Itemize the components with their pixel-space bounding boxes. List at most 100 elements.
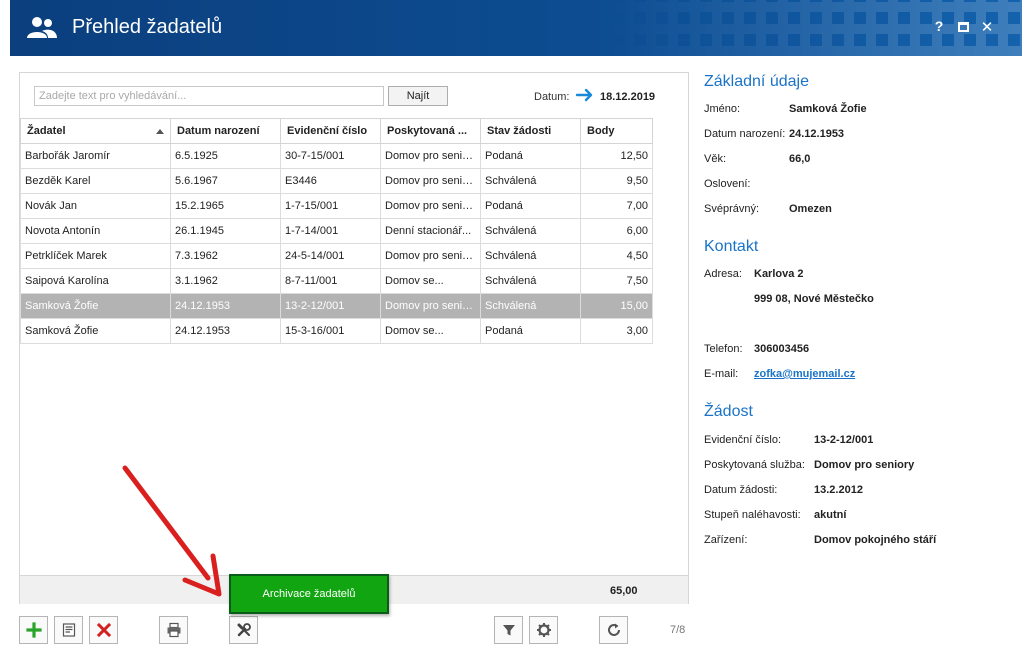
points-sum: 65,00 [610, 585, 638, 597]
cell-applicant: Saipová Karolína [20, 268, 171, 294]
title-bar: Přehled žadatelů ? ✕ [10, 0, 1022, 56]
cell-points: 3,00 [580, 318, 653, 344]
cell-service: Domov pro seniory [380, 143, 481, 169]
reg-number-value: 13-2-12/001 [814, 434, 874, 446]
cell-status: Schválená [480, 243, 581, 269]
cell-birth-date: 26.1.1945 [170, 218, 281, 244]
date-label: Datum: [534, 91, 570, 103]
cell-applicant: Samková Žofie [20, 318, 171, 344]
settings-button[interactable] [529, 616, 558, 644]
table-row-selected[interactable]: Samková Žofie 24.12.1953 13-2-12/001 Dom… [20, 293, 653, 319]
cell-points: 7,00 [580, 193, 653, 219]
salutation-label: Oslovení: [704, 178, 751, 190]
add-button[interactable] [19, 616, 48, 644]
table-row[interactable]: Saipová Karolína 3.1.1962 8-7-11/001 Dom… [20, 268, 653, 294]
table-row[interactable]: Samková Žofie 24.12.1953 15-3-16/001 Dom… [20, 318, 653, 344]
phone-value: 306003456 [754, 343, 810, 355]
delete-button[interactable] [89, 616, 118, 644]
cell-status: Schválená [480, 168, 581, 194]
phone-label: Telefon: [704, 343, 743, 355]
cell-service: Domov se... [380, 318, 481, 344]
table-row[interactable]: Bezděk Karel 5.6.1967 E3446 Domov pro se… [20, 168, 653, 194]
section-title-contact: Kontakt [704, 238, 759, 255]
address-line-2: 999 08, Nové Městečko [754, 293, 874, 305]
cell-birth-date: 5.6.1967 [170, 168, 281, 194]
window-title: Přehled žadatelů [72, 16, 223, 38]
cell-reg-number: E3446 [280, 168, 381, 194]
search-input[interactable] [34, 86, 384, 106]
column-header-birth-date[interactable]: Datum narození [170, 118, 281, 144]
cell-birth-date: 7.3.1962 [170, 243, 281, 269]
cell-points: 9,50 [580, 168, 653, 194]
print-button[interactable] [159, 616, 188, 644]
table-row[interactable]: Novák Jan 15.2.1965 1-7-15/001 Domov pro… [20, 193, 653, 219]
cell-status: Podaná [480, 193, 581, 219]
cell-points: 7,50 [580, 268, 653, 294]
refresh-icon [607, 623, 620, 636]
cell-birth-date: 3.1.1962 [170, 268, 281, 294]
cell-applicant: Petrklíček Marek [20, 243, 171, 269]
column-header-service[interactable]: Poskytovaná ... [380, 118, 481, 144]
column-header-reg-number[interactable]: Evidenční číslo [280, 118, 381, 144]
facility-value: Domov pokojného stáří [814, 534, 937, 546]
cell-reg-number: 24-5-14/001 [280, 243, 381, 269]
birth-date-value: 24.12.1953 [789, 128, 845, 140]
column-header-applicant[interactable]: Žadatel [20, 118, 171, 144]
printer-icon [167, 622, 180, 638]
filter-icon [502, 625, 515, 636]
edit-document-icon [62, 623, 75, 637]
reg-number-label: Evidenční číslo: [704, 434, 782, 446]
cell-reg-number: 15-3-16/001 [280, 318, 381, 344]
help-button[interactable]: ? [930, 18, 948, 38]
cell-reg-number: 30-7-15/001 [280, 143, 381, 169]
cell-applicant: Bezděk Karel [20, 168, 171, 194]
cell-service: Domov pro seniory [380, 243, 481, 269]
find-button[interactable]: Najít [388, 86, 448, 106]
maximize-button[interactable] [954, 18, 972, 38]
column-header-status[interactable]: Stav žádosti [480, 118, 581, 144]
arrow-right-icon [575, 88, 593, 102]
tools-button[interactable] [229, 616, 258, 644]
birth-date-label: Datum narození: [704, 128, 786, 140]
users-icon [27, 17, 57, 38]
cell-points: 15,00 [580, 293, 653, 319]
cell-reg-number: 13-2-12/001 [280, 293, 381, 319]
cell-service: Domov pro seniory [380, 193, 481, 219]
archive-applicants-tooltip: Archivace žadatelů [229, 574, 389, 614]
refresh-button[interactable] [599, 616, 628, 644]
filter-button[interactable] [494, 616, 523, 644]
cell-service: Denní stacionář... [380, 218, 481, 244]
sort-ascending-icon [156, 129, 164, 134]
name-label: Jméno: [704, 103, 741, 115]
cell-points: 12,50 [580, 143, 653, 169]
cell-points: 6,00 [580, 218, 653, 244]
urgency-label: Stupeň naléhavosti: [704, 509, 801, 521]
table-header-row: Žadatel Datum narození Evidenční číslo P… [20, 118, 653, 144]
age-label: Věk: [704, 153, 727, 165]
name-value: Samková Žofie [789, 103, 867, 115]
table-row[interactable]: Novota Antonín 26.1.1945 1-7-14/001 Denn… [20, 218, 653, 244]
cell-applicant: Novák Jan [20, 193, 171, 219]
plus-icon [25, 622, 42, 638]
request-date-label: Datum žádosti: [704, 484, 778, 496]
maximize-icon [957, 22, 969, 32]
column-header-points[interactable]: Body [580, 118, 653, 144]
cell-reg-number: 1-7-14/001 [280, 218, 381, 244]
cell-status: Schválená [480, 268, 581, 294]
address-label: Adresa: [704, 268, 742, 280]
email-link[interactable]: zofka@mujemail.cz [754, 368, 855, 380]
cell-status: Podaná [480, 143, 581, 169]
edit-button[interactable] [54, 616, 83, 644]
close-button[interactable]: ✕ [978, 18, 996, 38]
cell-applicant: Samková Žofie [20, 293, 171, 319]
cell-status: Schválená [480, 218, 581, 244]
urgency-value: akutní [814, 509, 847, 521]
table-row[interactable]: Petrklíček Marek 7.3.1962 24-5-14/001 Do… [20, 243, 653, 269]
service-value: Domov pro seniory [814, 459, 915, 471]
cell-birth-date: 6.5.1925 [170, 143, 281, 169]
facility-label: Zařízení: [704, 534, 748, 546]
table-row[interactable]: Barbořák Jaromír 6.5.1925 30-7-15/001 Do… [20, 143, 653, 169]
current-date: 18.12.2019 [600, 91, 656, 103]
age-value: 66,0 [789, 153, 811, 165]
applicants-table: Žadatel Datum narození Evidenční číslo P… [20, 118, 653, 344]
